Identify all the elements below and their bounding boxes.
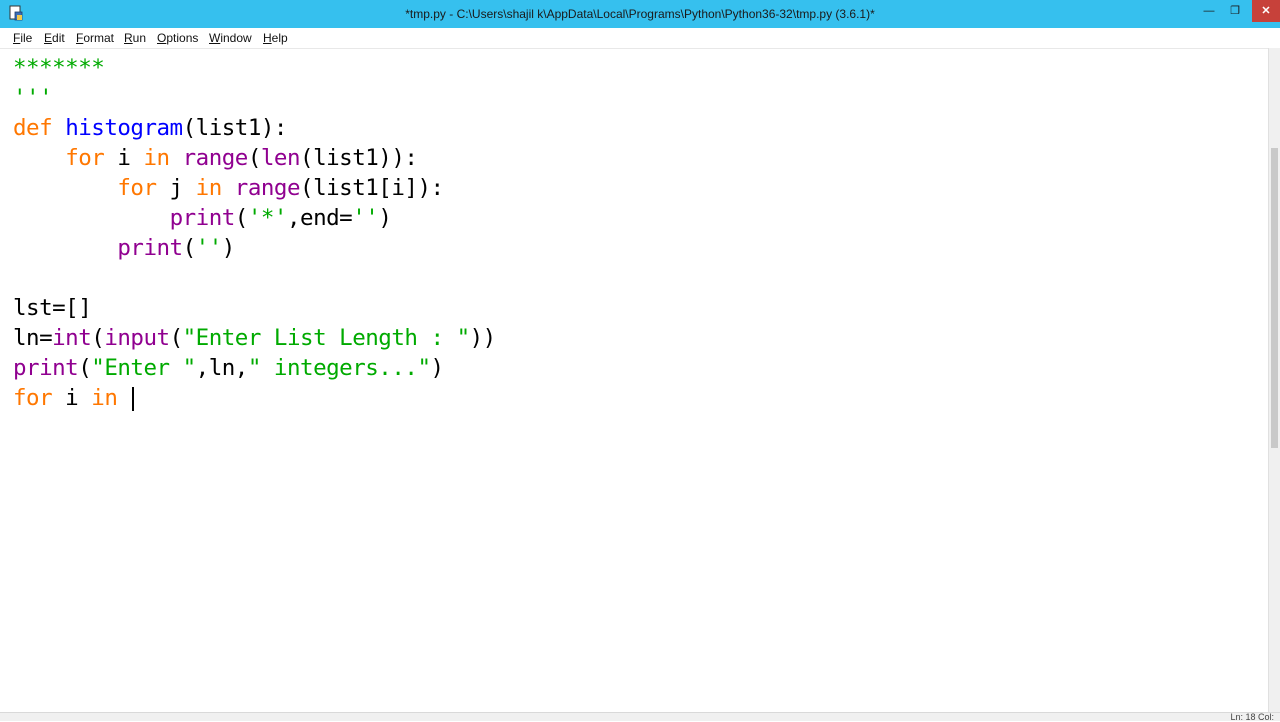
- code-token: (list1):: [182, 115, 288, 141]
- code-line[interactable]: for i in range(len(list1)):: [13, 143, 418, 173]
- code-token: (list1[i]):: [300, 175, 444, 201]
- code-token: range: [234, 175, 301, 201]
- menu-format[interactable]: Format: [76, 31, 114, 45]
- code-token: (: [78, 355, 92, 381]
- menu-help-mnemonic: H: [263, 31, 272, 45]
- menu-run[interactable]: Run: [124, 31, 146, 45]
- menu-bar: File Edit Format Run Options Window Help: [0, 28, 1280, 48]
- code-token: "Enter ": [91, 355, 196, 381]
- maximize-button[interactable]: ❐: [1222, 0, 1248, 22]
- code-token: in: [143, 145, 170, 171]
- menu-edit[interactable]: Edit: [44, 31, 65, 45]
- code-line[interactable]: print("Enter ",ln," integers..."): [13, 353, 444, 383]
- code-token: " integers...": [247, 355, 431, 381]
- code-line[interactable]: ln=int(input("Enter List Length : ")): [13, 323, 496, 353]
- code-token: range: [182, 145, 249, 171]
- code-line[interactable]: ''': [13, 83, 53, 113]
- code-line[interactable]: *******: [13, 53, 105, 83]
- code-token: ln=: [13, 325, 53, 351]
- menu-format-label: ormat: [83, 31, 115, 45]
- code-token: def: [13, 115, 53, 141]
- close-button[interactable]: ✕: [1252, 0, 1280, 22]
- menu-run-mnemonic: R: [124, 31, 133, 45]
- code-line[interactable]: lst=[]: [13, 293, 92, 323]
- code-token: ,ln,: [195, 355, 249, 381]
- code-token: *******: [13, 55, 105, 81]
- code-token: "Enter List Length : ": [182, 325, 471, 351]
- menu-run-label: un: [132, 31, 147, 45]
- code-token: i: [52, 385, 92, 411]
- menu-edit-label: dit: [52, 31, 65, 45]
- code-token: '*': [247, 205, 288, 231]
- menu-edit-mnemonic: E: [44, 31, 53, 45]
- cursor-position: Ln: 18 Col:: [1230, 712, 1274, 722]
- menu-help[interactable]: Help: [263, 31, 288, 45]
- code-token: ): [378, 205, 392, 231]
- code-token: i: [104, 145, 144, 171]
- code-token: lst=[]: [13, 295, 92, 321]
- code-line[interactable]: print('*',end=''): [13, 203, 392, 233]
- code-token: histogram: [65, 115, 183, 141]
- code-token: '': [195, 235, 223, 261]
- code-token: in: [91, 385, 118, 411]
- code-token: int: [52, 325, 92, 351]
- code-line[interactable]: for i in: [13, 383, 135, 413]
- menu-file-label: ile: [20, 31, 33, 45]
- code-token: in: [195, 175, 223, 201]
- code-editor[interactable]: ******* ''' def histogram(list1): for i in…: [0, 48, 1268, 713]
- code-token: for: [65, 145, 105, 171]
- menu-window[interactable]: Window: [209, 31, 252, 45]
- menu-options-label: ptions: [166, 31, 199, 45]
- code-token: print: [13, 355, 79, 381]
- scrollbar-thumb[interactable]: [1271, 148, 1278, 448]
- code-token: ): [221, 235, 236, 261]
- code-line[interactable]: print(''): [13, 233, 235, 263]
- code-token: (: [247, 145, 262, 171]
- menu-window-mnemonic: W: [209, 31, 221, 45]
- code-line[interactable]: def histogram(list1):: [13, 113, 287, 143]
- code-token: len: [260, 145, 301, 171]
- code-token: (: [182, 235, 197, 261]
- menu-file[interactable]: File: [13, 31, 32, 45]
- code-token: ): [430, 355, 445, 381]
- code-token: j: [156, 175, 196, 201]
- menu-window-label: indow: [220, 31, 252, 45]
- text-cursor: [132, 386, 135, 411]
- menu-help-label: elp: [271, 31, 288, 45]
- code-token: '': [352, 205, 379, 231]
- code-token: print: [117, 235, 183, 261]
- minimize-button[interactable]: —: [1196, 0, 1222, 22]
- code-token: for: [13, 385, 53, 411]
- code-line[interactable]: for j in range(list1[i]):: [13, 173, 444, 203]
- code-token: )): [469, 325, 497, 351]
- title-bar[interactable]: *tmp.py - C:\Users\shajil k\AppData\Loca…: [0, 0, 1280, 28]
- code-token: (list1)):: [300, 145, 418, 171]
- code-token: ,end=: [286, 205, 353, 231]
- code-token: input: [104, 325, 170, 351]
- code-token: (: [169, 325, 184, 351]
- code-token: (: [234, 205, 249, 231]
- menu-options-mnemonic: O: [157, 31, 167, 45]
- code-token: for: [117, 175, 157, 201]
- window-title: *tmp.py - C:\Users\shajil k\AppData\Loca…: [405, 7, 875, 21]
- code-token: ''': [13, 85, 53, 111]
- code-token: print: [169, 205, 236, 231]
- vertical-scrollbar[interactable]: [1268, 48, 1280, 712]
- code-token: (: [91, 325, 105, 351]
- menu-options[interactable]: Options: [157, 31, 198, 45]
